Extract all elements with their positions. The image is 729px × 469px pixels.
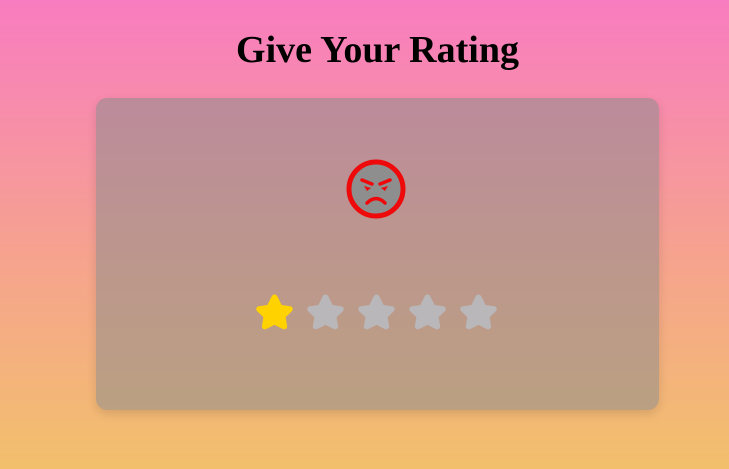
- star-1-icon[interactable]: [253, 292, 296, 335]
- star-5-icon[interactable]: [457, 292, 500, 335]
- page-title: Give Your Rating: [236, 29, 519, 71]
- angry-face-icon: [346, 159, 406, 219]
- star-4-icon[interactable]: [406, 292, 449, 335]
- rating-card: [96, 98, 659, 410]
- star-3-icon[interactable]: [355, 292, 398, 335]
- star-rating: [253, 292, 500, 338]
- star-2-icon[interactable]: [304, 292, 347, 335]
